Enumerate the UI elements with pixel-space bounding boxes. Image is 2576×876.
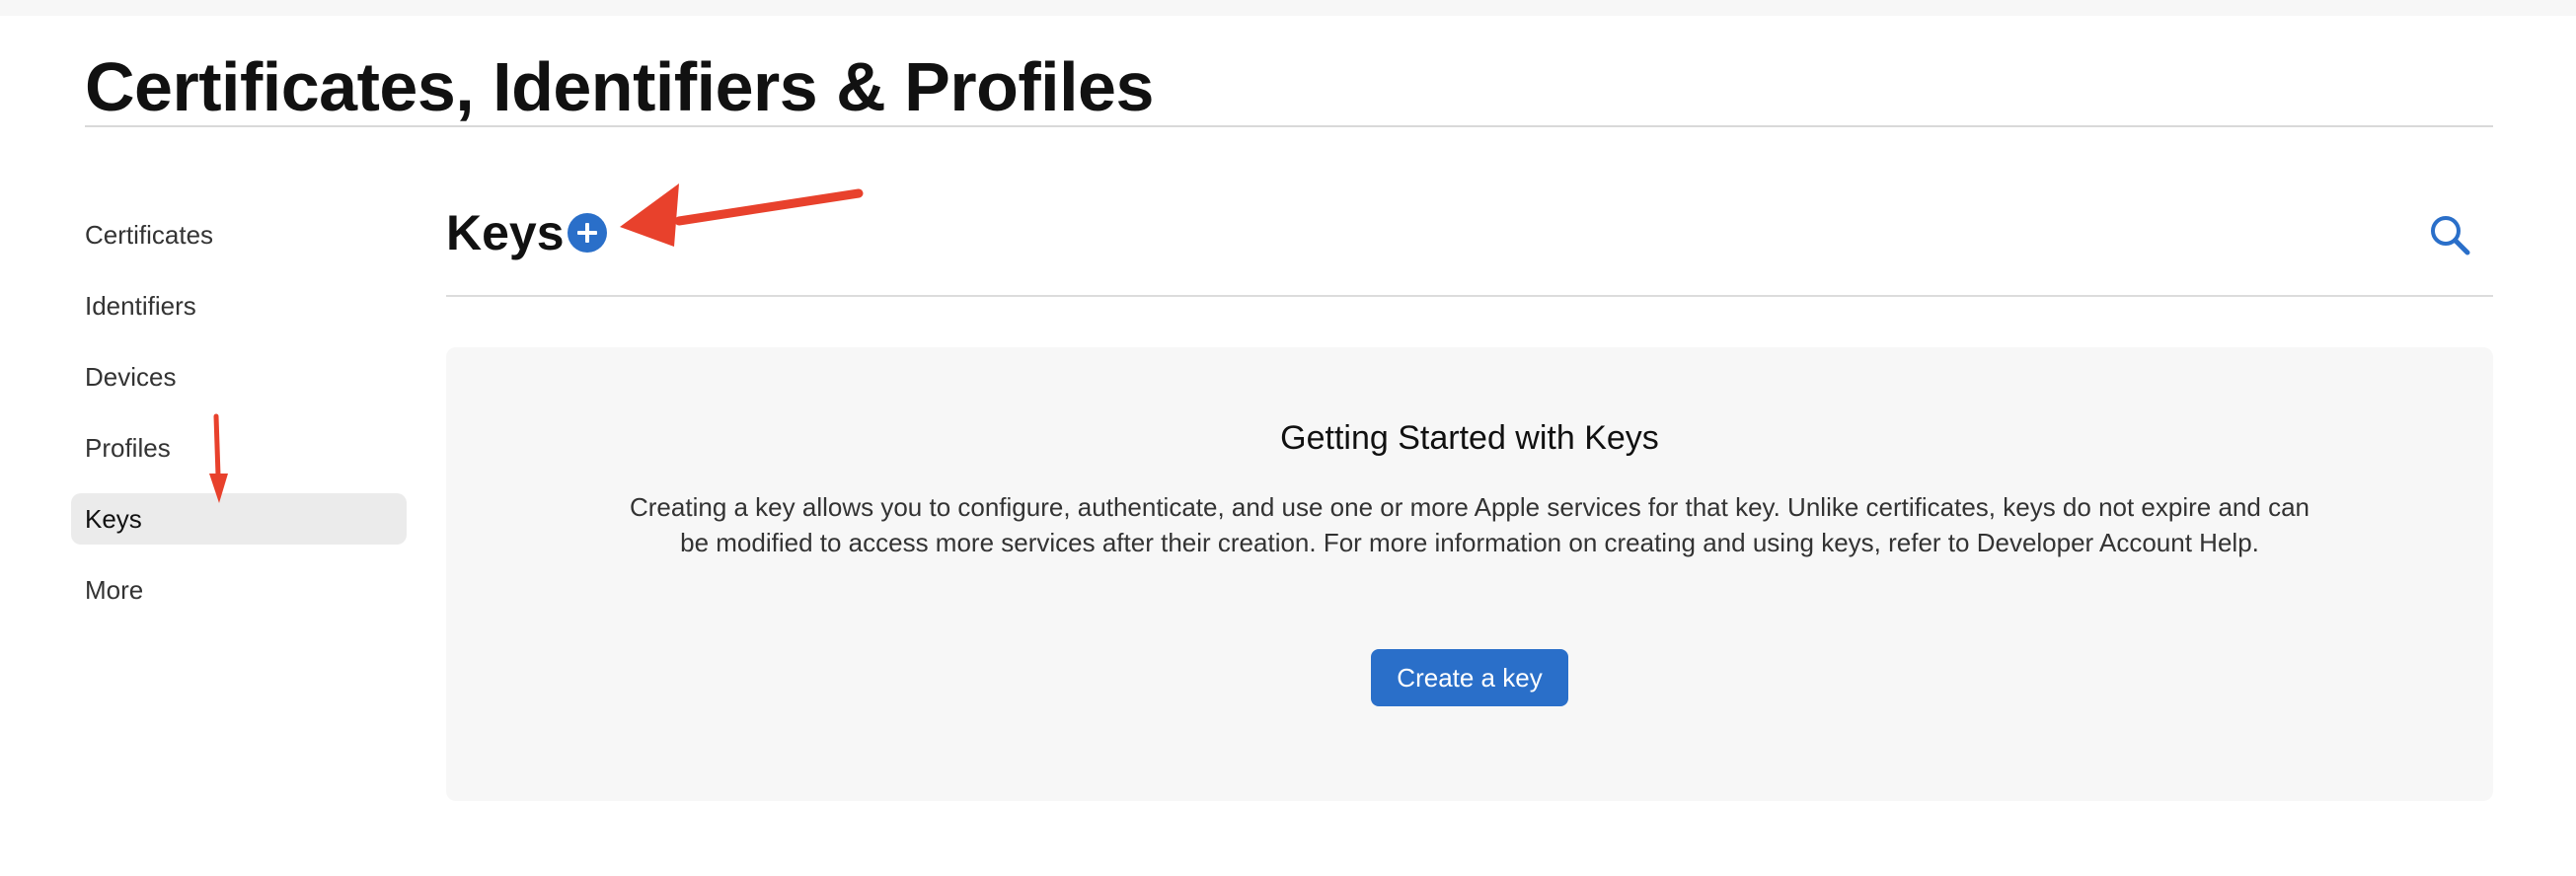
section-divider bbox=[446, 295, 2493, 297]
sidebar-item-certificates[interactable]: Certificates bbox=[71, 209, 407, 260]
add-key-button[interactable] bbox=[568, 213, 607, 253]
sidebar-item-profiles[interactable]: Profiles bbox=[71, 422, 407, 474]
empty-state-heading: Getting Started with Keys bbox=[1280, 419, 1659, 457]
empty-state-description: Creating a key allows you to configure, … bbox=[630, 492, 2310, 557]
sidebar-item-devices[interactable]: Devices bbox=[71, 351, 407, 402]
search-icon bbox=[2431, 216, 2470, 256]
section-title: Keys bbox=[446, 205, 565, 260]
top-strip bbox=[0, 0, 2576, 16]
sidebar-item-label: Identifiers bbox=[85, 291, 196, 321]
plus-circle-icon bbox=[577, 223, 597, 243]
search-button[interactable] bbox=[2426, 211, 2473, 258]
sidebar-item-label: Profiles bbox=[85, 433, 171, 463]
sidebar: Certificates Identifiers Devices Profile… bbox=[71, 209, 407, 635]
sidebar-item-label: Certificates bbox=[85, 220, 214, 250]
section-header: Keys bbox=[446, 193, 2493, 296]
sidebar-item-label: Devices bbox=[85, 362, 177, 392]
empty-state-panel: Getting Started with Keys Creating a key… bbox=[446, 347, 2493, 801]
sidebar-item-label: More bbox=[85, 575, 144, 605]
sidebar-item-keys[interactable]: Keys bbox=[71, 493, 407, 545]
sidebar-item-more[interactable]: More bbox=[71, 564, 407, 616]
page-title: Certificates, Identifiers & Profiles bbox=[85, 48, 1154, 125]
sidebar-item-identifiers[interactable]: Identifiers bbox=[71, 280, 407, 331]
title-divider bbox=[85, 125, 2493, 127]
create-key-button[interactable]: Create a key bbox=[1371, 649, 1568, 706]
sidebar-item-label: Keys bbox=[85, 504, 142, 534]
